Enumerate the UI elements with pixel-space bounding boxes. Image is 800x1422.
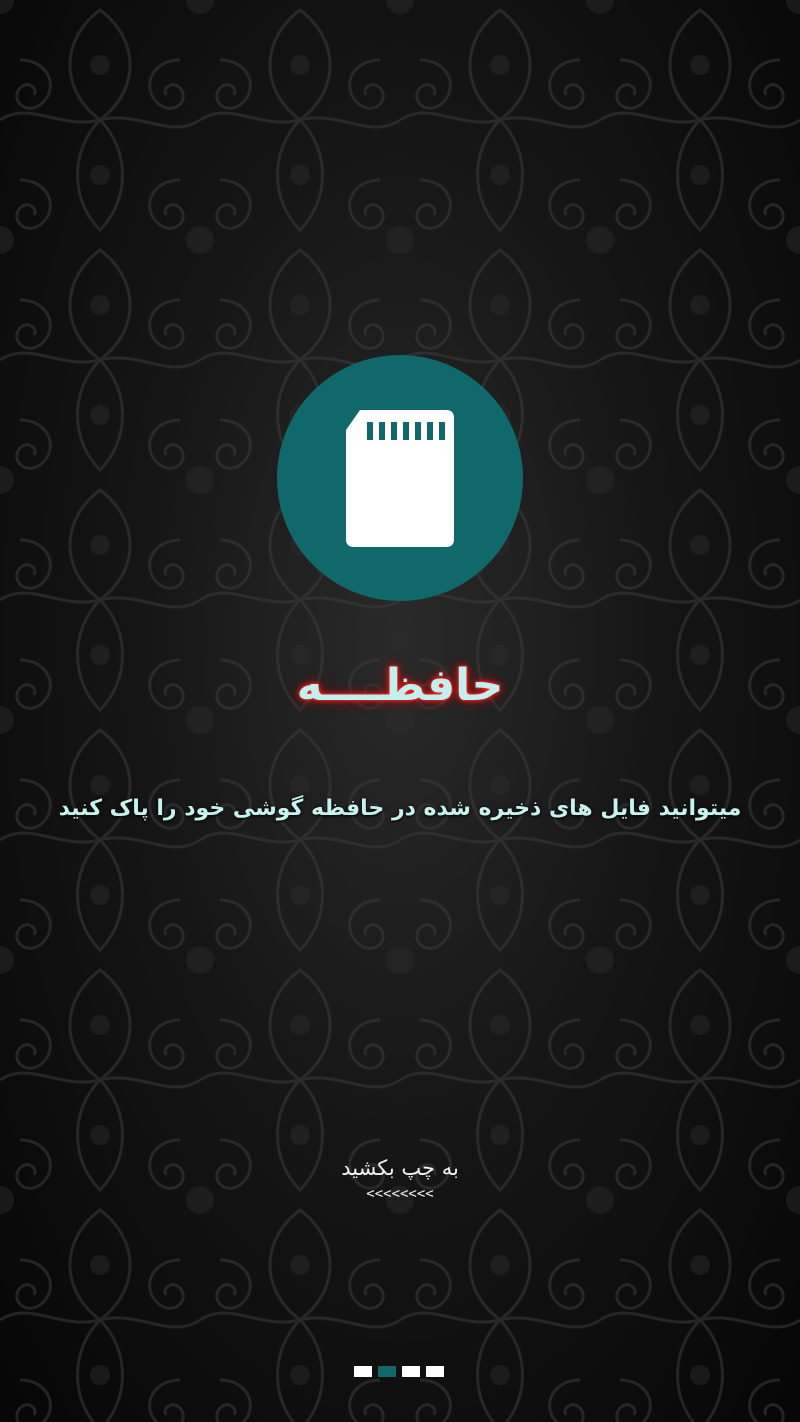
page-dot-1[interactable] [354, 1366, 372, 1377]
onboarding-screen[interactable]: حافظــــه میتوانید فایل های ذخیره شده در… [0, 0, 800, 1422]
feature-title: حافظــــه [296, 660, 504, 711]
sd-card-icon [346, 410, 454, 547]
swipe-hint-label: به چپ بکشید [341, 1156, 459, 1180]
page-dot-3[interactable] [402, 1366, 420, 1377]
page-dot-4[interactable] [426, 1366, 444, 1377]
feature-description: میتوانید فایل های ذخیره شده در حافظه گوش… [58, 796, 742, 821]
swipe-arrows: <<<<<<<< [366, 1186, 434, 1202]
damask-background [0, 0, 800, 1422]
page-dot-2[interactable] [378, 1366, 396, 1377]
feature-icon-circle [277, 355, 523, 601]
page-indicator[interactable] [354, 1366, 446, 1378]
